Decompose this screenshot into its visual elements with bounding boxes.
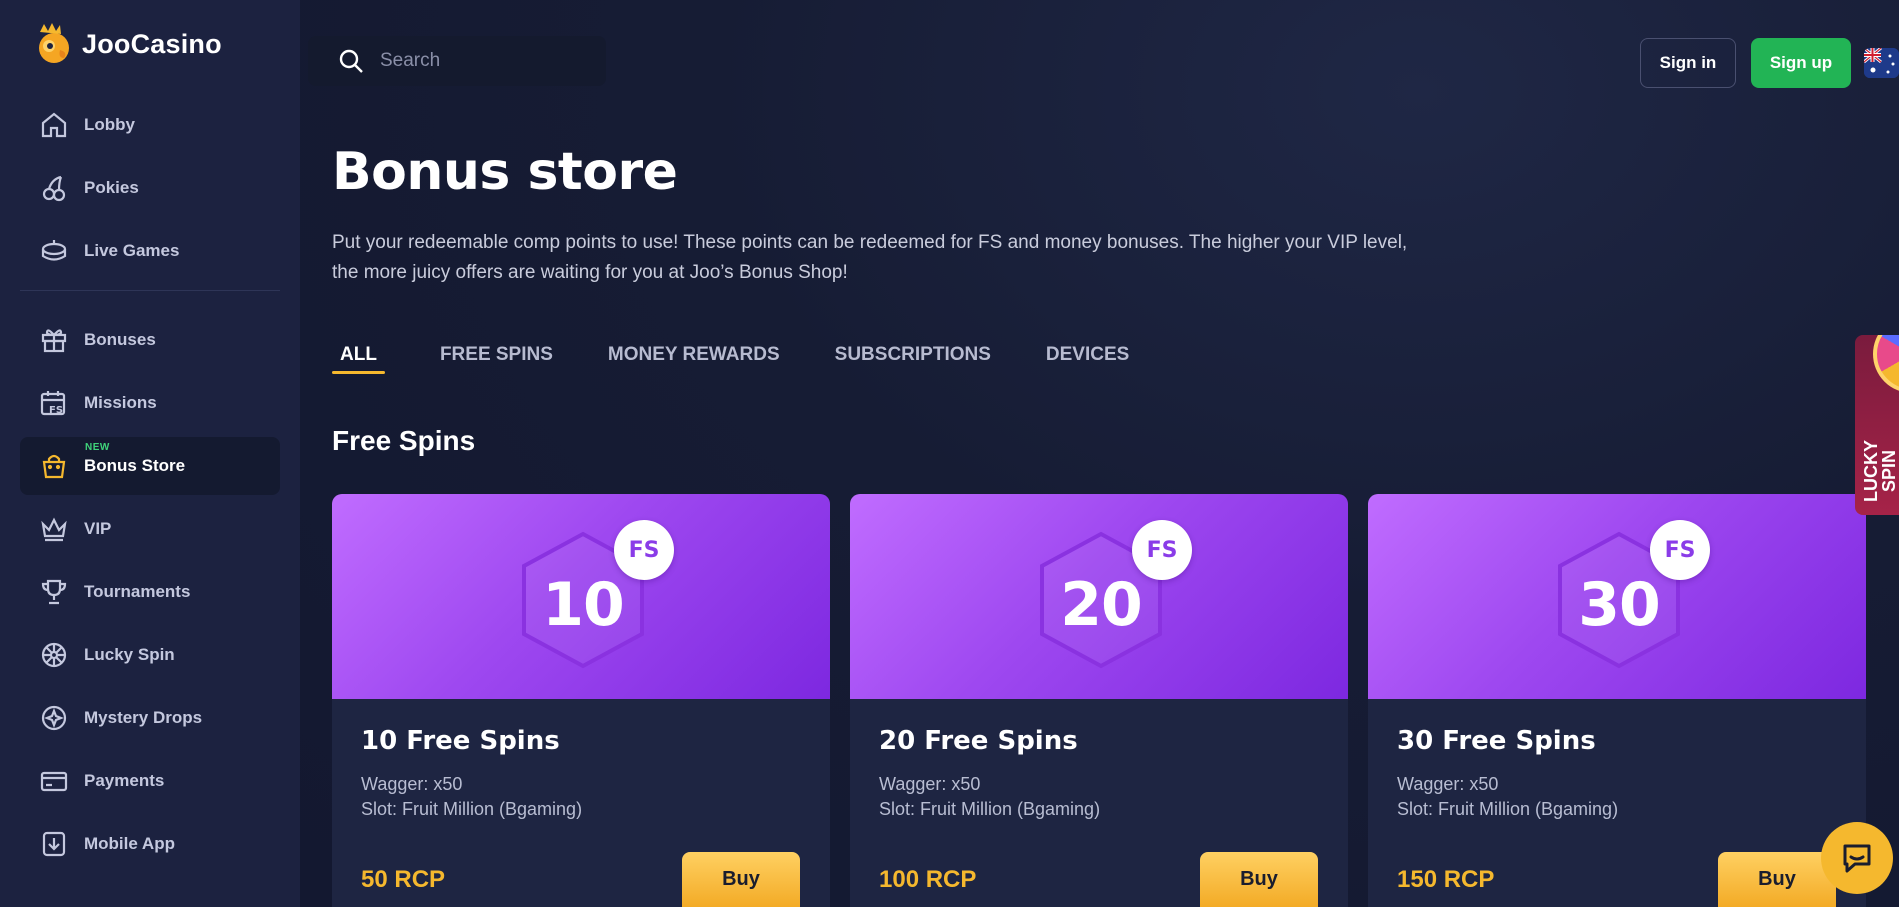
brand-logo[interactable]: JooCasino	[30, 22, 222, 66]
cherries-icon	[38, 172, 70, 204]
card-slot: Slot: Fruit Million (Bgaming)	[879, 799, 1101, 819]
chat-bubble-icon	[1843, 844, 1871, 873]
calendar-fs-icon: FS	[38, 387, 70, 419]
lucky-spin-line2: SPIN	[1879, 450, 1899, 493]
new-badge: NEW	[85, 442, 110, 453]
sidebar-item-mobile-app[interactable]: Mobile App	[20, 815, 280, 873]
card-slot: Slot: Fruit Million (Bgaming)	[1397, 799, 1619, 819]
page-description: Put your redeemable comp points to use! …	[332, 232, 1408, 283]
crown-icon	[38, 513, 70, 545]
product-card: 10 FS 10 Free Spins Wagger: x50 Slot: Fr…	[332, 494, 830, 907]
sidebar-item-label: Tournaments	[84, 582, 191, 601]
card-banner: 10 FS	[332, 494, 830, 699]
buy-button[interactable]: Buy	[1718, 852, 1836, 907]
sidebar-item-pokies[interactable]: Pokies	[20, 159, 280, 217]
sidebar-item-lobby[interactable]: Lobby	[20, 96, 280, 154]
lucky-spin-line1: LUCKY	[1861, 440, 1881, 502]
sidebar-item-live-games[interactable]: Live Games	[20, 222, 280, 280]
search-input[interactable]	[378, 49, 592, 73]
search-box[interactable]	[308, 36, 606, 86]
category-tabs: ALL FREE SPINS MONEY REWARDS SUBSCRIPTIO…	[332, 338, 1184, 374]
sidebar-item-lucky-spin[interactable]: Lucky Spin	[20, 626, 280, 684]
sidebar-item-label: Lobby	[84, 115, 135, 134]
card-title: 30 Free Spins	[1397, 726, 1596, 756]
tab-subscriptions[interactable]: SUBSCRIPTIONS	[835, 338, 991, 374]
sidebar: JooCasino Lobby Pokies Live Games Bonuse…	[0, 0, 300, 907]
sidebar-item-label: Mobile App	[84, 834, 175, 853]
spins-count: 30	[1578, 570, 1661, 640]
card-slot: Slot: Fruit Million (Bgaming)	[361, 799, 583, 819]
product-card: 30 FS 30 Free Spins Wagger: x50 Slot: Fr…	[1368, 494, 1866, 907]
search-icon	[339, 49, 363, 73]
sign-up-button[interactable]: Sign up	[1751, 38, 1851, 88]
sidebar-item-label: Payments	[84, 771, 165, 790]
card-price: 50 RCP	[361, 866, 446, 893]
card-price: 150 RCP	[1397, 866, 1495, 893]
chat-support-button[interactable]	[1821, 822, 1893, 894]
tab-all[interactable]: ALL	[332, 338, 385, 374]
sidebar-item-vip[interactable]: VIP	[20, 500, 280, 558]
sidebar-item-label: Pokies	[84, 178, 139, 197]
lucky-spin-side-tab[interactable]: LUCKY SPIN	[1855, 335, 1899, 515]
sidebar-item-label: Live Games	[84, 241, 180, 260]
mystery-drop-icon	[38, 702, 70, 734]
card-price: 100 RCP	[879, 866, 977, 893]
sidebar-item-label: Missions	[84, 393, 157, 412]
sidebar-item-missions[interactable]: FS Missions	[20, 374, 280, 432]
sidebar-item-label: Bonus Store	[84, 456, 186, 475]
shopping-bag-icon	[38, 450, 70, 482]
trophy-icon	[38, 576, 70, 608]
card-icon	[38, 765, 70, 797]
card-banner: 20 FS	[850, 494, 1348, 699]
spins-count: 20	[1060, 570, 1143, 640]
product-card: 20 FS 20 Free Spins Wagger: x50 Slot: Fr…	[850, 494, 1348, 907]
wheel-icon	[38, 639, 70, 671]
page-title: Bonus store	[332, 142, 678, 202]
card-title: 20 Free Spins	[879, 726, 1078, 756]
sidebar-divider	[20, 290, 280, 291]
section-title: Free Spins	[332, 425, 476, 456]
fs-badge: FS	[614, 520, 674, 580]
sidebar-nav: Lobby Pokies Live Games Bonuses FS Missi…	[20, 96, 280, 878]
buy-button[interactable]: Buy	[1200, 852, 1318, 907]
spins-count: 10	[542, 570, 625, 640]
tab-money-rewards[interactable]: MONEY REWARDS	[608, 338, 780, 374]
tab-free-spins[interactable]: FREE SPINS	[440, 338, 553, 374]
sidebar-item-tournaments[interactable]: Tournaments	[20, 563, 280, 621]
joo-mascot-icon	[39, 23, 69, 63]
card-wager: Wagger: x50	[879, 774, 981, 794]
fs-badge: FS	[1650, 520, 1710, 580]
card-banner: 30 FS	[1368, 494, 1866, 699]
home-icon	[38, 109, 70, 141]
card-wager: Wagger: x50	[361, 774, 463, 794]
sidebar-item-mystery-drops[interactable]: Mystery Drops	[20, 689, 280, 747]
sidebar-item-label: VIP	[84, 519, 112, 538]
card-title: 10 Free Spins	[361, 726, 560, 756]
wheel-icon	[1873, 335, 1899, 393]
lucky-spin-label: LUCKY SPIN	[1861, 416, 1899, 515]
download-icon	[38, 828, 70, 860]
brand-name: JooCasino	[82, 28, 222, 59]
tab-devices[interactable]: DEVICES	[1046, 338, 1129, 374]
sidebar-item-bonus-store[interactable]: NEW Bonus Store	[20, 437, 280, 495]
sign-in-button[interactable]: Sign in	[1640, 38, 1736, 88]
sidebar-item-label: Lucky Spin	[84, 645, 175, 664]
svg-text:FS: FS	[49, 405, 63, 416]
sidebar-item-bonuses[interactable]: Bonuses	[20, 311, 280, 369]
sidebar-item-label: Mystery Drops	[84, 708, 203, 727]
buy-button[interactable]: Buy	[682, 852, 800, 907]
live-table-icon	[38, 235, 70, 267]
sidebar-item-payments[interactable]: Payments	[20, 752, 280, 810]
card-wager: Wagger: x50	[1397, 774, 1499, 794]
australia-flag-icon[interactable]	[1864, 48, 1899, 78]
main-content: Sign in Sign up Bonus store Put your red…	[300, 0, 1899, 907]
sidebar-item-label: Bonuses	[84, 330, 156, 349]
fs-badge: FS	[1132, 520, 1192, 580]
gift-icon	[38, 324, 70, 356]
